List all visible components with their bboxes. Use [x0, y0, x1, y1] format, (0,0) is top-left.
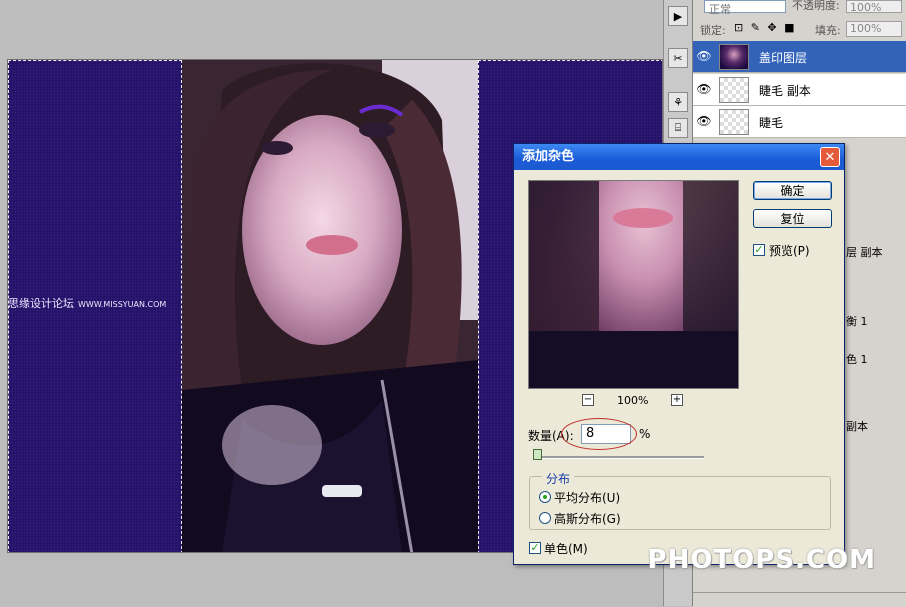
layer-name-partial[interactable]: 衡 1	[846, 313, 868, 329]
layer-name: 睫毛	[759, 116, 784, 130]
preview-checkbox[interactable]: ✓	[753, 244, 765, 256]
layer-name-partial[interactable]: 层 副本	[846, 244, 883, 260]
ok-button[interactable]: 确定	[753, 181, 832, 200]
amount-slider-thumb[interactable]	[533, 449, 542, 460]
close-icon[interactable]: ✕	[820, 147, 840, 167]
preview-image[interactable]	[528, 180, 739, 389]
watermark-text: 思缘设计论坛 WWW.MISSYUAN.COM	[8, 295, 166, 311]
portrait-illustration	[182, 60, 478, 552]
layer-name-partial[interactable]: 副本	[846, 418, 868, 434]
radio-dot	[543, 495, 547, 499]
opacity-input[interactable]: 100%	[846, 0, 902, 14]
watermark-url: WWW.MISSYUAN.COM	[78, 300, 167, 309]
portrait-photo	[182, 60, 478, 552]
distribution-title: 分布	[542, 470, 575, 487]
monochrome-checkbox[interactable]: ✓	[529, 542, 541, 554]
blend-mode-select[interactable]: 正常	[704, 0, 786, 16]
brush-icon[interactable]: ⚘	[668, 92, 688, 112]
lock-icons[interactable]: ⊡ ✎ ✥ ■	[734, 21, 797, 34]
amount-slider-track[interactable]	[534, 456, 704, 459]
layer-row[interactable]: 👁 睫毛	[693, 106, 906, 138]
layer-name: 盖印图层	[759, 51, 808, 65]
eye-icon[interactable]: 👁	[695, 112, 713, 130]
play-icon[interactable]: ▶	[668, 6, 688, 26]
zoom-out-button[interactable]: −	[582, 394, 594, 406]
preview-jacket	[529, 331, 738, 388]
layer-row[interactable]: 👁 盖印图层	[693, 41, 906, 73]
eye-icon[interactable]: 👁	[695, 80, 713, 98]
layer-row[interactable]: 👁 睫毛 副本	[693, 74, 906, 106]
dialog-title: 添加杂色	[514, 144, 844, 170]
fill-input[interactable]: 100%	[846, 21, 902, 37]
fill-label: 填充:	[815, 24, 841, 37]
lock-label: 锁定:	[700, 24, 726, 37]
layer-thumbnail	[719, 44, 749, 70]
layer-name-partial[interactable]: 色 1	[846, 351, 868, 367]
layers-footer-bar	[693, 592, 906, 607]
preview-label: 预览(P)	[769, 244, 810, 258]
opacity-label: 不透明度:	[792, 0, 840, 12]
zoom-percent: 100%	[617, 394, 649, 407]
watermark-name: 思缘设计论坛	[8, 297, 74, 310]
layer-thumbnail	[719, 109, 749, 135]
stamp-icon[interactable]: ⌸	[668, 118, 688, 138]
amount-unit: %	[639, 427, 651, 441]
add-noise-dialog: 添加杂色 ✕ − 100% + 确定 复位 ✓ 预览(P) 数量(A): 8 %…	[513, 143, 845, 565]
reset-button[interactable]: 复位	[753, 209, 832, 228]
tools-icon[interactable]: ✂	[668, 48, 688, 68]
gaussian-label: 高斯分布(G)	[554, 512, 621, 526]
eye-icon[interactable]: 👁	[695, 47, 713, 65]
gaussian-radio[interactable]	[539, 512, 551, 524]
zoom-in-button[interactable]: +	[671, 394, 683, 406]
preview-lips	[613, 208, 673, 228]
layer-name: 睫毛 副本	[759, 84, 811, 98]
uniform-label: 平均分布(U)	[554, 491, 621, 505]
brand-watermark: PHOTOPS.COM	[647, 545, 876, 575]
monochrome-label: 单色(M)	[544, 542, 588, 556]
uniform-radio[interactable]	[539, 491, 551, 503]
highlight-annotation	[561, 418, 637, 450]
layer-thumbnail	[719, 77, 749, 103]
